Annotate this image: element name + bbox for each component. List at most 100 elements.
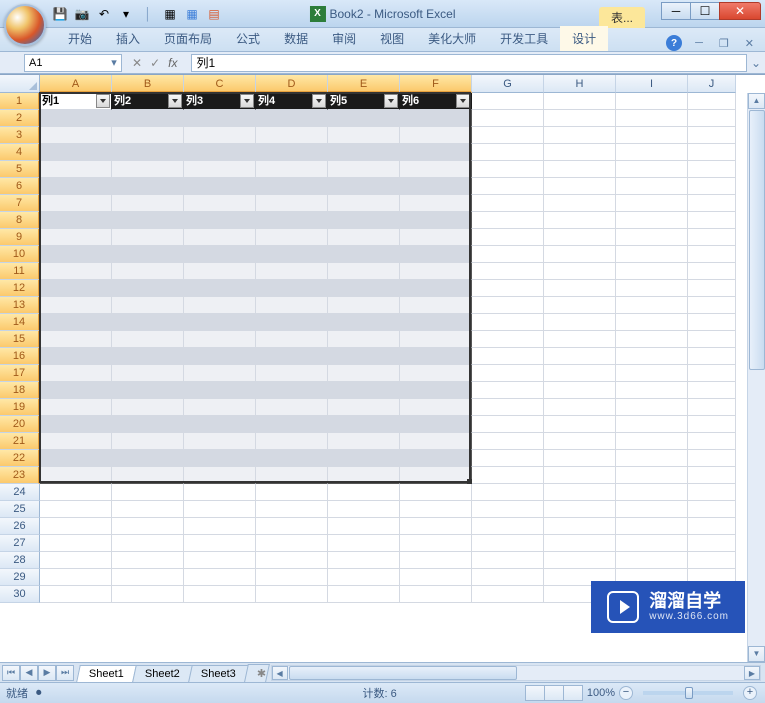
cell[interactable]	[616, 93, 688, 110]
cell[interactable]	[40, 178, 112, 195]
cell[interactable]	[112, 518, 184, 535]
cell[interactable]	[400, 348, 472, 365]
cell[interactable]	[472, 569, 544, 586]
tab-insert[interactable]: 插入	[104, 26, 152, 51]
cell[interactable]	[472, 280, 544, 297]
cell[interactable]	[472, 178, 544, 195]
column-header[interactable]: F	[400, 75, 472, 93]
row-header[interactable]: 11	[0, 263, 40, 280]
cell[interactable]	[112, 229, 184, 246]
cell[interactable]	[688, 297, 736, 314]
row-header[interactable]: 22	[0, 450, 40, 467]
new-sheet-button[interactable]: ✱	[244, 664, 270, 682]
cell[interactable]	[688, 365, 736, 382]
cell[interactable]	[616, 297, 688, 314]
cell[interactable]	[472, 501, 544, 518]
cell[interactable]	[472, 399, 544, 416]
cell[interactable]	[688, 246, 736, 263]
tab-pagelayout[interactable]: 页面布局	[152, 26, 224, 51]
cell[interactable]	[256, 382, 328, 399]
cell[interactable]	[328, 110, 400, 127]
row-header[interactable]: 29	[0, 569, 40, 586]
grid-icon[interactable]: ▦	[162, 6, 178, 22]
cell[interactable]	[328, 586, 400, 603]
row-header[interactable]: 26	[0, 518, 40, 535]
cell[interactable]	[472, 348, 544, 365]
zoom-thumb[interactable]	[685, 687, 693, 699]
cell[interactable]	[40, 552, 112, 569]
cell[interactable]	[688, 314, 736, 331]
sheet-nav-last-icon[interactable]: ⏭	[56, 665, 74, 681]
cell[interactable]	[184, 229, 256, 246]
view-pagebreak-icon[interactable]	[563, 685, 583, 701]
cell[interactable]	[112, 195, 184, 212]
cell[interactable]	[616, 127, 688, 144]
cell[interactable]	[112, 586, 184, 603]
cell[interactable]	[256, 467, 328, 484]
cell[interactable]	[328, 484, 400, 501]
view-pagelayout-icon[interactable]	[544, 685, 564, 701]
cell[interactable]	[688, 212, 736, 229]
doc-close-button[interactable]: ✕	[742, 37, 757, 50]
sheet-nav-first-icon[interactable]: ⏮	[2, 665, 20, 681]
cell[interactable]	[40, 450, 112, 467]
cell[interactable]	[256, 314, 328, 331]
row-header[interactable]: 27	[0, 535, 40, 552]
scroll-down-icon[interactable]: ▼	[748, 646, 765, 662]
cell[interactable]	[40, 416, 112, 433]
cell[interactable]	[472, 297, 544, 314]
cell[interactable]	[184, 144, 256, 161]
cell[interactable]	[400, 569, 472, 586]
cell[interactable]	[328, 501, 400, 518]
cell[interactable]	[40, 535, 112, 552]
cell[interactable]	[688, 331, 736, 348]
cell[interactable]	[400, 331, 472, 348]
cell[interactable]	[616, 178, 688, 195]
cell[interactable]	[544, 144, 616, 161]
cell[interactable]	[472, 535, 544, 552]
cell[interactable]	[400, 161, 472, 178]
cell[interactable]	[328, 382, 400, 399]
cell[interactable]	[328, 365, 400, 382]
cell[interactable]	[616, 161, 688, 178]
cell[interactable]	[544, 110, 616, 127]
cell[interactable]	[472, 365, 544, 382]
cell[interactable]	[400, 110, 472, 127]
cell[interactable]	[544, 280, 616, 297]
cell[interactable]	[616, 416, 688, 433]
cell[interactable]	[40, 314, 112, 331]
tab-home[interactable]: 开始	[56, 26, 104, 51]
cell[interactable]	[256, 297, 328, 314]
sheet-nav-prev-icon[interactable]: ◀	[20, 665, 38, 681]
cell[interactable]	[544, 229, 616, 246]
scroll-right-icon[interactable]: ▶	[744, 666, 760, 680]
cell[interactable]	[616, 314, 688, 331]
zoom-slider[interactable]	[643, 691, 733, 695]
cell[interactable]	[400, 399, 472, 416]
tab-view[interactable]: 视图	[368, 26, 416, 51]
row-header[interactable]: 17	[0, 365, 40, 382]
doc-minimize-button[interactable]: ─	[692, 37, 706, 49]
cell[interactable]	[184, 263, 256, 280]
cell[interactable]	[616, 501, 688, 518]
cell[interactable]	[184, 484, 256, 501]
tab-developer[interactable]: 开发工具	[488, 26, 560, 51]
cell[interactable]	[400, 501, 472, 518]
tab-data[interactable]: 数据	[272, 26, 320, 51]
cell[interactable]	[688, 178, 736, 195]
cell[interactable]	[616, 467, 688, 484]
filter-dropdown-icon[interactable]	[384, 94, 398, 108]
cell[interactable]	[544, 161, 616, 178]
cell[interactable]	[616, 399, 688, 416]
cell[interactable]	[328, 127, 400, 144]
cell[interactable]	[256, 331, 328, 348]
sheet-tab[interactable]: Sheet2	[132, 665, 192, 682]
cell[interactable]	[688, 552, 736, 569]
row-header[interactable]: 25	[0, 501, 40, 518]
cell[interactable]	[184, 433, 256, 450]
cell[interactable]	[184, 450, 256, 467]
cell[interactable]	[112, 212, 184, 229]
cell[interactable]	[544, 212, 616, 229]
cell[interactable]	[184, 535, 256, 552]
cell[interactable]	[616, 246, 688, 263]
